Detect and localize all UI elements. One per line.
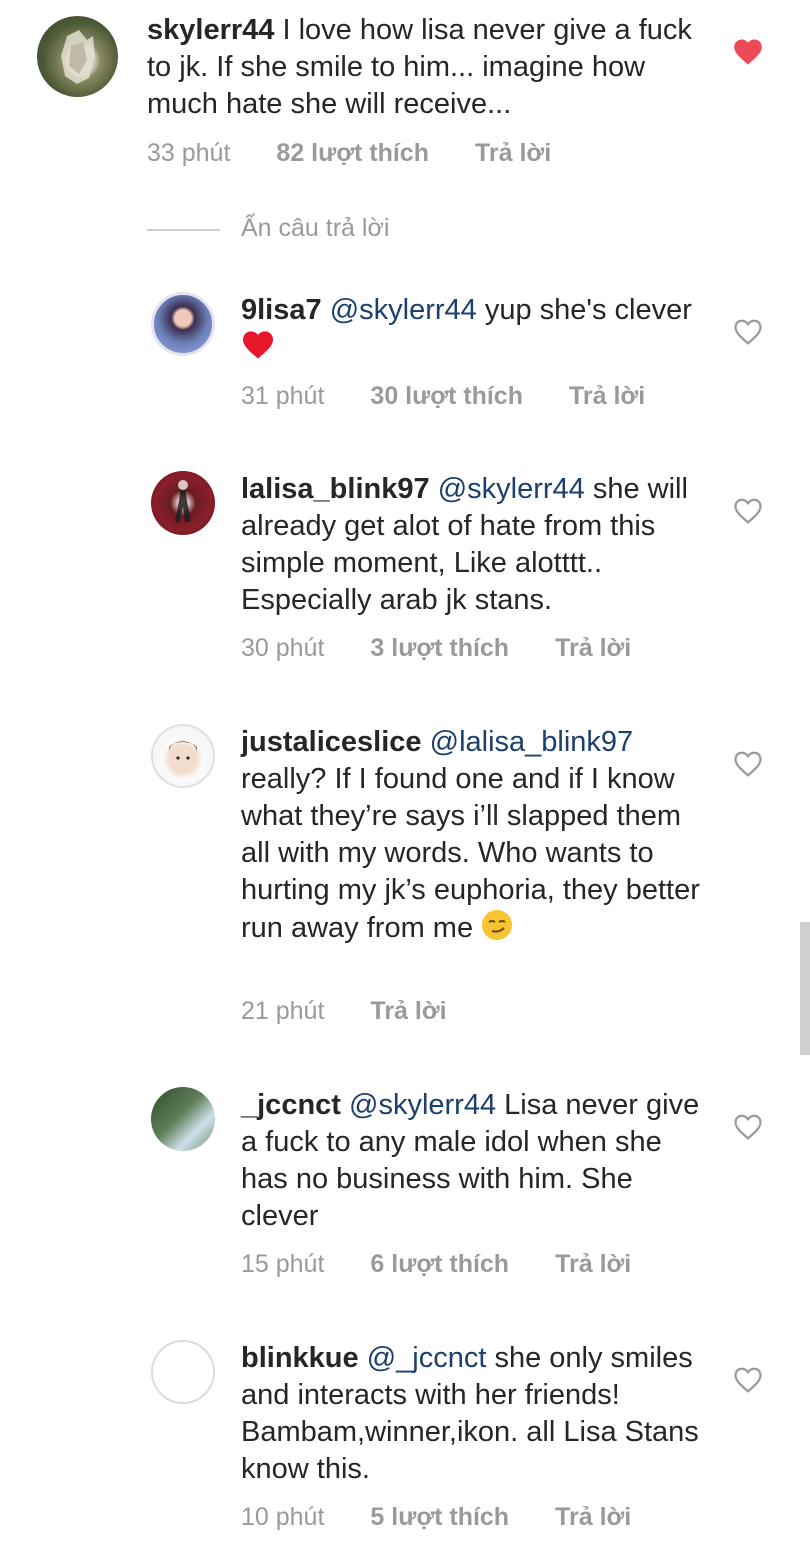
comment-time: 33 phút [147, 139, 231, 167]
comment-username[interactable]: blinkkue [241, 1342, 359, 1374]
hide-replies-label: Ẩn câu trả lời [241, 214, 390, 242]
comment-body: justaliceslice @lalisa_blink97 really? I… [241, 724, 711, 947]
comment-text: really? If I found one and if I know wha… [241, 763, 700, 944]
avatar-blinkkue[interactable] [151, 1340, 215, 1404]
reply-button[interactable]: Trả lời [555, 634, 631, 663]
reply-button[interactable]: Trả lời [475, 139, 551, 168]
comment-time: 31 phút [241, 382, 325, 410]
heart-outline-icon[interactable] [733, 318, 763, 346]
avatar-image-icon [169, 741, 197, 760]
heart-outline-icon[interactable] [733, 1113, 763, 1141]
divider [147, 229, 220, 231]
comment-username[interactable]: skylerr44 [147, 14, 274, 46]
comment-meta: 33 phút 82 lượt thích Trả lời [147, 139, 551, 168]
avatar-image-icon [61, 30, 95, 84]
mention-link[interactable]: @lalisa_blink97 [430, 726, 634, 758]
comment-likes[interactable]: 82 lượt thích [276, 139, 429, 168]
comment-meta: 30 phút 3 lượt thích Trả lời [241, 634, 631, 663]
comment-text: yup she's clever [476, 294, 692, 326]
avatar-9lisa7[interactable] [151, 292, 215, 356]
avatar-justaliceslice[interactable] [151, 724, 215, 788]
heart-filled-icon[interactable] [733, 38, 763, 66]
comment-time: 21 phút [241, 997, 325, 1025]
comment-body: 9lisa7 @skylerr44 yup she's clever [241, 292, 711, 366]
mention-link[interactable]: @skylerr44 [330, 294, 477, 326]
comment-body: skylerr44 I love how lisa never give a f… [147, 12, 707, 123]
comment-meta: 21 phút Trả lời [241, 997, 447, 1026]
comment-body: _jccnct @skylerr44 Lisa never give a fuc… [241, 1087, 711, 1235]
mention-link[interactable]: @_jccnct [367, 1342, 487, 1374]
reply-button[interactable]: Trả lời [370, 997, 446, 1026]
comment-time: 15 phút [241, 1250, 325, 1278]
comment-likes[interactable]: 3 lượt thích [370, 634, 509, 663]
comment-likes[interactable]: 6 lượt thích [370, 1250, 509, 1279]
heart-outline-icon[interactable] [733, 750, 763, 778]
reply-button[interactable]: Trả lời [569, 382, 645, 411]
comment-meta: 31 phút 30 lượt thích Trả lời [241, 382, 645, 411]
comment-meta: 15 phút 6 lượt thích Trả lời [241, 1250, 631, 1279]
avatar-skylerr44[interactable] [37, 16, 118, 97]
red-heart-icon [243, 331, 273, 359]
reply-button[interactable]: Trả lời [555, 1250, 631, 1279]
avatar-image-icon [175, 480, 191, 523]
avatar-lalisa_blink97[interactable] [151, 471, 215, 535]
comment-body: blinkkue @_jccnct she only smiles and in… [241, 1340, 711, 1488]
reply-button[interactable]: Trả lời [555, 1503, 631, 1532]
comment-time: 30 phút [241, 634, 325, 662]
heart-outline-icon[interactable] [733, 497, 763, 525]
comment-body: lalisa_blink97 @skylerr44 she will alrea… [241, 471, 711, 619]
comment-meta: 10 phút 5 lượt thích Trả lời [241, 1503, 631, 1532]
comment-username[interactable]: lalisa_blink97 [241, 473, 430, 505]
mention-link[interactable]: @skylerr44 [349, 1089, 496, 1121]
comment-username[interactable]: justaliceslice [241, 726, 422, 758]
comment-username[interactable]: _jccnct [241, 1089, 341, 1121]
comment-likes[interactable]: 5 lượt thích [370, 1503, 509, 1532]
comment-likes[interactable]: 30 lượt thích [370, 382, 523, 411]
scrollbar-thumb[interactable] [800, 922, 810, 1055]
smirk-face-icon [482, 910, 513, 940]
mention-link[interactable]: @skylerr44 [438, 473, 585, 505]
avatar-_jccnct[interactable] [151, 1087, 215, 1151]
comment-username[interactable]: 9lisa7 [241, 294, 322, 326]
heart-outline-icon[interactable] [733, 1366, 763, 1394]
comment-time: 10 phút [241, 1503, 325, 1531]
